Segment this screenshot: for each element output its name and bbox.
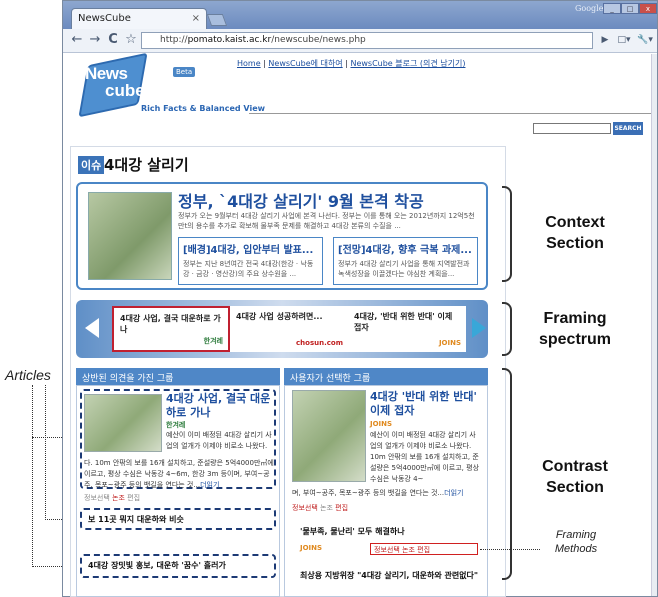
article-title[interactable]: 보 11곳 뭐지 대운하와 비슷 — [88, 514, 184, 525]
article-thumbnail[interactable] — [292, 390, 366, 482]
article-meta: 정보선택 논조 편집 — [84, 493, 140, 503]
arrow-left-icon[interactable] — [85, 318, 99, 338]
read-more-link[interactable]: 더읽기 — [444, 489, 463, 497]
annotation-contrast: Contrast Section — [542, 458, 608, 496]
blog-link[interactable]: NewsCube 블로그 (의견 남기기) — [350, 59, 465, 68]
annotation-framing: Framing spectrum — [520, 308, 630, 350]
article-headline[interactable]: 4대강 '반대 위한 반대' 이제 접자 — [370, 390, 482, 418]
framing-card[interactable]: 4대강 사업 성공하려면... chosun.com — [230, 306, 348, 352]
logo-cube-text: cube — [105, 81, 145, 100]
framing-card-title: 4대강 사업 성공하려면... — [236, 312, 323, 321]
star-icon[interactable]: ☆ — [123, 32, 139, 48]
articles-connector-line-2 — [45, 385, 46, 520]
selected-group-header: 사용자가 선택한 그룹 — [284, 368, 488, 385]
browser-tab[interactable]: NewsCube × — [71, 8, 207, 30]
sub-article-headline[interactable]: [전망]4대강, 향후 극복 과제... — [338, 241, 473, 256]
korea-map-thumbnail[interactable] — [88, 192, 172, 280]
close-window-button[interactable]: x — [639, 3, 657, 14]
article-body-text: 며, 부여~공주, 목포~광주 등의 뱃길을 연다는 것... — [292, 489, 445, 497]
maximize-button[interactable]: □ — [621, 3, 639, 14]
url-path: /newscube/news.php — [271, 35, 366, 45]
issue-title: 4대강 살리기 — [104, 156, 189, 174]
header-divider — [249, 113, 651, 114]
meta-edit[interactable]: 편집 — [127, 494, 140, 502]
context-brace — [502, 186, 512, 282]
article-title[interactable]: '물부족, 물난리' 모두 해결하나 — [300, 526, 405, 537]
read-more-link[interactable]: 더읽기 — [200, 481, 219, 489]
article-body-full: 다. 10m 안팎의 보를 16개 설치하고, 준설량은 5억4000만㎥에 이… — [84, 458, 274, 491]
framing-card-source: JOINS — [438, 339, 461, 347]
about-link[interactable]: NewsCube에 대하여 — [268, 59, 342, 68]
forward-icon[interactable]: → — [87, 32, 103, 48]
url-scheme: http:// — [160, 35, 188, 45]
framing-methods-pointer — [480, 549, 540, 550]
framing-card-source: chosun.com — [296, 339, 343, 347]
reload-icon[interactable]: C — [105, 32, 121, 48]
home-link[interactable]: Home — [237, 59, 261, 68]
meta-tone[interactable]: 논조 — [112, 494, 125, 502]
sub-article-body: 정부는 지난 8년여간 전국 4대강(한강 · 낙동강 · 금강 · 영산강)의… — [183, 260, 314, 278]
beta-badge: Beta — [173, 67, 196, 77]
framing-card[interactable]: 4대강, '반대 위한 반대' 이제 접자 JOINS — [348, 306, 466, 352]
meta-info-select[interactable]: 정보선택 — [84, 494, 110, 502]
meta-tone[interactable]: 논조 — [402, 546, 415, 554]
article-source: JOINS — [370, 420, 393, 428]
scrollbar[interactable] — [651, 54, 657, 596]
context-headline[interactable]: 정부, `4대강 살리기' 9월 본격 착공 — [178, 188, 478, 212]
article-source: 한겨레 — [166, 421, 186, 429]
context-sub-article[interactable]: [배경]4대강, 입안부터 발표... 정부는 지난 8년여간 전국 4대강(한… — [178, 237, 323, 285]
window-label: Google — [575, 4, 604, 13]
article-body-right: 예산이 이미 배정된 4대강 살리기 사업의 얼개가 이제야 비로소 나왔다. … — [370, 431, 480, 483]
browser-toolbar: ← → C ☆ http://pomato.kaist.ac.kr/newscu… — [63, 29, 657, 53]
sub-article-body: 정부가 4대강 살리기 사업을 통해 지역발전과 녹색성장을 이끌겠다는 야심찬… — [338, 260, 470, 278]
meta-tone[interactable]: 논조 — [320, 504, 333, 512]
context-body: 정부가 오는 9월부터 4대강 살리기 사업에 본격 나선다. 정부는 이를 통… — [178, 212, 475, 230]
framing-card[interactable]: 4대강 사업, 결국 대운하로 가나 한겨레 — [112, 306, 230, 352]
issue-badge: 이슈 — [78, 156, 105, 174]
article-title[interactable]: 최상용 지방위장 "4대강 살리기, 대운하와 관련없다" — [300, 570, 480, 581]
annotation-context: Context Section — [545, 214, 605, 252]
opposing-group-header: 상반된 의견을 가진 그룹 — [76, 368, 280, 385]
article-meta: 정보선택 논조 편집 — [292, 503, 348, 513]
article-body-right: 예산이 이미 배정된 4대강 살리기 사업의 얼개가 이제야 비로소 나왔다. — [166, 431, 272, 450]
meta-info-select[interactable]: 정보선택 — [374, 546, 400, 554]
framing-brace — [502, 302, 512, 356]
search-button[interactable]: SEARCH — [613, 122, 643, 135]
play-icon[interactable]: ▶ — [597, 32, 613, 48]
tools-menu-icon[interactable]: 🔧▾ — [635, 32, 655, 48]
annotation-framing-text: Framing spectrum — [538, 310, 612, 348]
annotation-framing-methods: Framing Methods — [554, 529, 598, 555]
meta-info-select[interactable]: 정보선택 — [292, 504, 318, 512]
article-source: JOINS — [300, 544, 323, 552]
sub-article-headline[interactable]: [배경]4대강, 입안부터 발표... — [183, 241, 318, 256]
meta-edit[interactable]: 편집 — [417, 546, 430, 554]
tagline: Rich Facts & Balanced View — [141, 104, 266, 113]
framing-card-title: 4대강, '반대 위한 반대' 이제 접자 — [354, 312, 453, 332]
search-input[interactable] — [533, 123, 611, 134]
article-thumbnail[interactable] — [84, 394, 162, 452]
address-bar[interactable]: http://pomato.kaist.ac.kr/newscube/news.… — [141, 32, 593, 49]
meta-edit[interactable]: 편집 — [335, 504, 348, 512]
article-body-text: 다. 10m 안팎의 보를 16개 설치하고, 준설량은 5억4000만㎥에 이… — [84, 459, 274, 489]
arrow-right-icon[interactable] — [472, 318, 486, 338]
article-title[interactable]: 4대강 장밋빛 홍보, 대운하 '꿈수' 흘러가 — [88, 560, 226, 571]
close-icon[interactable]: × — [192, 13, 200, 24]
annotation-articles: Articles — [5, 367, 51, 383]
page-menu-icon[interactable]: □▾ — [613, 32, 635, 48]
minimize-button[interactable]: _ — [603, 3, 621, 14]
framing-card-title: 4대강 사업, 결국 대운하로 가나 — [120, 314, 221, 334]
article-meta: 정보선택 논조 편집 — [374, 545, 430, 555]
articles-connector-line — [32, 385, 33, 567]
top-links: Home | NewsCube에 대하여 | NewsCube 블로그 (의견 … — [237, 59, 466, 68]
tab-title: NewsCube — [78, 13, 131, 24]
article-headline[interactable]: 4대강 사업, 결국 대운하로 가나 — [166, 392, 272, 420]
context-sub-article[interactable]: [전망]4대강, 향후 극복 과제... 정부가 4대강 살리기 사업을 통해 … — [333, 237, 478, 285]
framing-card-source: 한겨레 — [203, 337, 223, 345]
url-host: pomato.kaist.ac.kr — [187, 35, 272, 45]
back-icon[interactable]: ← — [69, 32, 85, 48]
article-body-tail: 며, 부여~공주, 목포~광주 등의 뱃길을 연다는 것...더읽기 — [292, 488, 482, 499]
